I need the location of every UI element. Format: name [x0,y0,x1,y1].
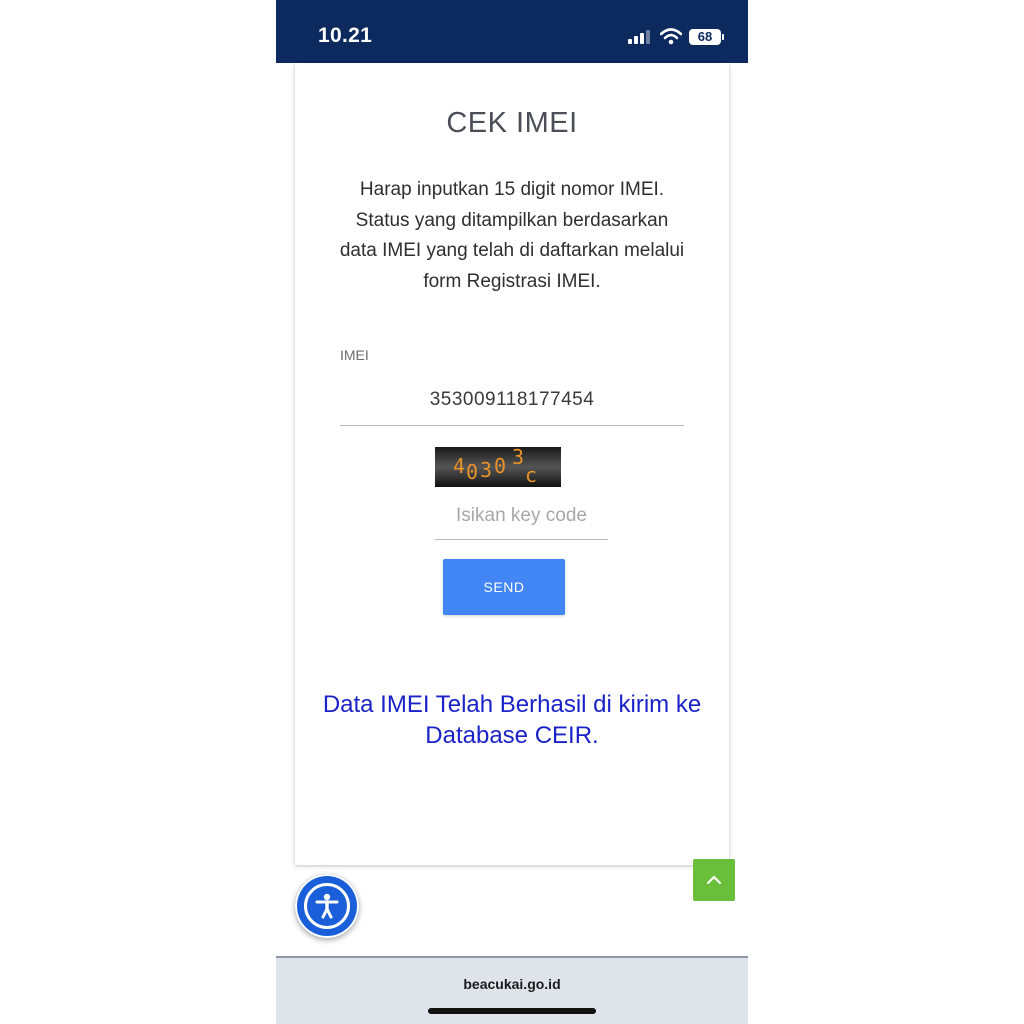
page-description: Harap inputkan 15 digit nomor IMEI. Stat… [339,179,685,292]
scroll-to-top-button[interactable] [693,859,735,901]
success-message: Data IMEI Telah Berhasil di kirim ke Dat… [322,691,702,749]
cek-imei-card: CEK IMEI Harap inputkan 15 digit nomor I… [295,63,729,865]
browser-bottom-bar: beacukai.go.id [276,956,748,1024]
battery-icon: 68 [689,29,721,45]
captcha-text: 4 0 3 0 3 c [435,445,561,487]
accessibility-ring [304,883,350,929]
battery-cap [722,34,724,40]
wifi-icon [660,28,682,45]
status-bar: 10.21 68 [276,0,748,63]
page-title: CEK IMEI [446,107,578,139]
captcha-char: 3 [480,458,493,482]
captcha-char: 0 [466,460,479,484]
captcha-char: 0 [494,454,507,478]
captcha-char: 3 [512,445,525,469]
send-button[interactable]: SEND [443,559,565,615]
browser-url[interactable]: beacukai.go.id [276,976,748,992]
captcha-char: 4 [453,454,466,478]
accessibility-button[interactable] [295,874,359,938]
chevron-up-icon [706,875,722,885]
imei-input[interactable] [340,375,684,426]
captcha-char: c [525,463,538,487]
phone-screen: 10.21 68 CEK IMEI Harap inputkan 15 digi… [276,0,748,1024]
keycode-input[interactable] [435,493,608,540]
signal-icon [628,30,650,44]
home-indicator[interactable] [428,1008,596,1014]
accessibility-icon [315,893,339,919]
imei-label: IMEI [340,347,369,363]
captcha-image: 4 0 3 0 3 c [435,445,561,487]
status-time: 10.21 [318,24,373,47]
